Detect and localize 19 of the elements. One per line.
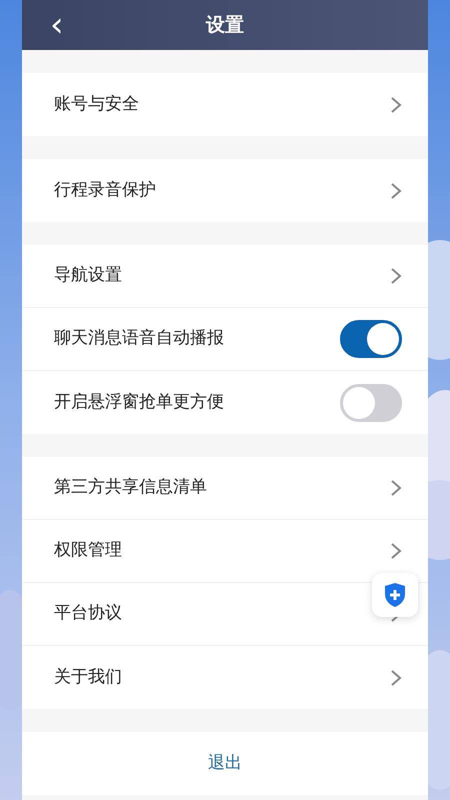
settings-row[interactable]: 账号与安全 [22,73,428,136]
settings-row[interactable]: 行程录音保护 [22,159,428,222]
settings-row[interactable]: 关于我们 [22,646,428,709]
row-label: 行程录音保护 [54,178,156,202]
row-label: 关于我们 [54,666,122,689]
row-label: 第三方共享信息清单 [54,476,207,500]
settings-row[interactable]: 开启悬浮窗抢单更方便 [22,371,428,434]
settings-row[interactable]: 第三方共享信息清单 [22,457,428,520]
row-label: 导航设置 [54,264,122,288]
back-button[interactable]: ‹ [38,8,76,42]
settings-row[interactable]: 导航设置 [22,245,428,308]
logout-button[interactable]: 退出 [22,732,428,795]
page-title: 设置 [206,12,244,38]
settings-row[interactable]: 聊天消息语音自动播报 [22,308,428,371]
row-label: 平台协议 [54,602,122,626]
row-label: 聊天消息语音自动播报 [54,327,224,350]
row-label: 账号与安全 [54,92,139,116]
row-label: 开启悬浮窗抢单更方便 [54,390,224,414]
row-label: 权限管理 [54,539,122,562]
